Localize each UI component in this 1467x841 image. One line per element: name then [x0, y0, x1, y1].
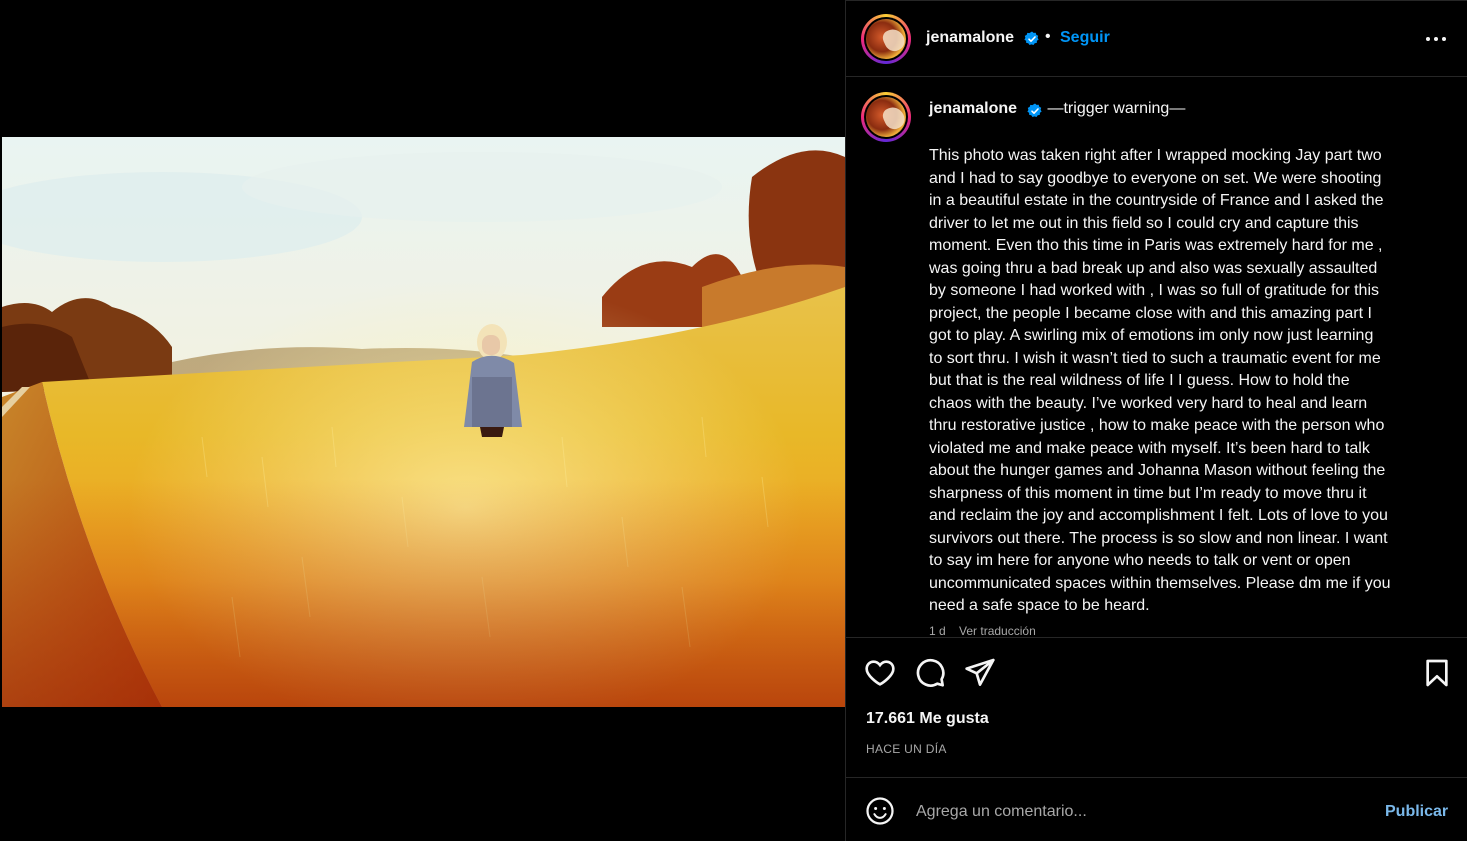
emoji-icon[interactable] [865, 796, 895, 826]
publish-comment-button[interactable]: Publicar [1385, 803, 1448, 821]
see-translation-link[interactable]: Ver traducción [959, 624, 1036, 637]
avatar[interactable] [861, 14, 911, 64]
post-actions: 17.661 Me gusta HACE UN DÍA [846, 641, 1467, 778]
caption-avatar[interactable] [861, 92, 911, 142]
save-button[interactable] [1421, 657, 1453, 689]
likes-count[interactable]: 17.661 Me gusta [866, 710, 989, 728]
username-link[interactable]: jenamalone [926, 29, 1014, 47]
post-side-panel: jenamalone • Seguir jenamalone —trigger … [845, 0, 1467, 841]
add-comment-bar: Publicar [846, 779, 1467, 841]
post-header: jenamalone • Seguir [846, 1, 1467, 77]
share-icon [965, 658, 995, 686]
comment-button[interactable] [914, 657, 946, 689]
share-button[interactable] [964, 656, 996, 688]
caption-header: jenamalone —trigger warning— [929, 100, 1185, 118]
bookmark-icon [1426, 659, 1448, 687]
post-photo[interactable] [2, 137, 845, 707]
caption-username-link[interactable]: jenamalone [929, 100, 1017, 117]
caption-age: 1 d [929, 624, 946, 638]
comment-input[interactable] [916, 800, 1366, 824]
comments-section: jenamalone —trigger warning— This photo … [846, 78, 1467, 638]
verified-badge-icon [1027, 103, 1042, 117]
separator-dot: • [1045, 28, 1051, 45]
caption-text: This photo was taken right after I wrapp… [929, 147, 1391, 614]
caption-headline: —trigger warning— [1047, 100, 1186, 117]
like-button[interactable] [864, 657, 896, 689]
follow-button[interactable]: Seguir [1060, 29, 1110, 47]
heart-icon [865, 660, 895, 686]
more-options-icon[interactable] [1420, 27, 1452, 51]
post-media-area [0, 0, 845, 841]
caption-meta: 1 d Ver traducción [929, 624, 1046, 638]
verified-badge-icon [1024, 31, 1039, 45]
comment-icon [916, 658, 945, 687]
post-timestamp[interactable]: HACE UN DÍA [866, 742, 947, 756]
wheat-field-photo [2, 137, 845, 707]
